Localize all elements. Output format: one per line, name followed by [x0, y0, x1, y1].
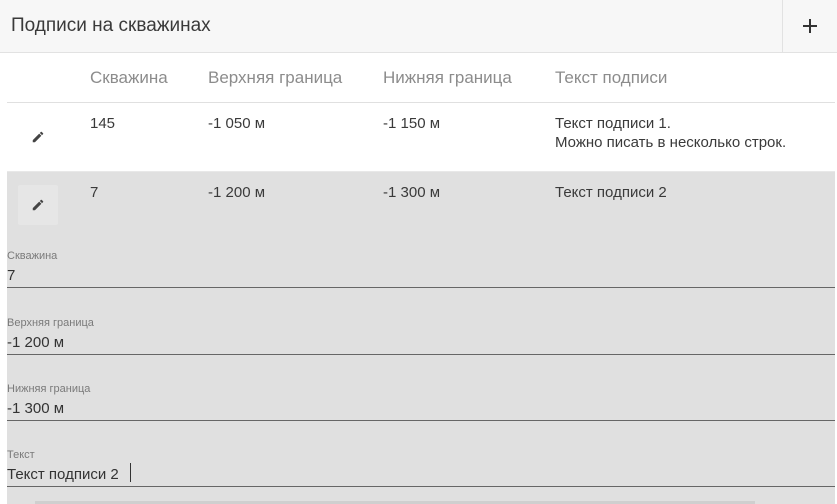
table-row[interactable]: 145 -1 050 м -1 150 м Текст подписи 1. М…: [7, 103, 835, 172]
cell-bottom: -1 300 м: [383, 184, 441, 201]
cell-well: 145: [90, 115, 116, 132]
page-title: Подписи на скважинах: [11, 15, 211, 36]
plus-icon: [803, 19, 817, 33]
well-field-label: Скважина: [7, 250, 58, 262]
cell-text-line: Текст подписи 1.: [555, 115, 671, 132]
pencil-icon: [32, 131, 44, 143]
column-header-top[interactable]: Верхняя граница: [208, 68, 342, 88]
panel-header: Подписи на скважинах: [0, 0, 837, 53]
edit-button[interactable]: [18, 185, 58, 225]
table-row-selected[interactable]: 7 -1 200 м -1 300 м Текст подписи 2: [7, 172, 835, 240]
add-label-button[interactable]: [782, 0, 837, 52]
well-field: Скважина: [7, 240, 835, 288]
cell-top: -1 200 м: [208, 184, 266, 201]
top-boundary-input[interactable]: [7, 332, 827, 352]
well-input[interactable]: [7, 265, 827, 285]
text-field-label: Текст: [7, 449, 35, 461]
pencil-icon: [32, 199, 44, 211]
cell-well: 7: [90, 184, 99, 201]
column-header-well[interactable]: Скважина: [90, 68, 168, 88]
cell-top: -1 050 м: [208, 115, 266, 132]
text-cursor: [130, 463, 131, 482]
edit-form: Скважина Верхняя граница Нижняя граница …: [7, 240, 835, 504]
column-header-bottom[interactable]: Нижняя граница: [383, 68, 512, 88]
column-header-text[interactable]: Текст подписи: [555, 68, 667, 88]
top-boundary-label: Верхняя граница: [7, 317, 94, 329]
edit-button[interactable]: [18, 117, 58, 157]
cell-text: Текст подписи 1. Можно писать в нескольк…: [555, 114, 786, 152]
text-field: Текст: [7, 439, 835, 487]
bottom-boundary-label: Нижняя граница: [7, 383, 91, 395]
top-boundary-field: Верхняя граница: [7, 307, 835, 355]
bottom-boundary-field: Нижняя граница: [7, 373, 835, 421]
bottom-boundary-input[interactable]: [7, 398, 827, 418]
table-header: Скважина Верхняя граница Нижняя граница …: [7, 53, 835, 103]
cell-text-line: Можно писать в несколько строк.: [555, 134, 787, 151]
cell-text: Текст подписи 2: [555, 184, 667, 201]
cell-bottom: -1 150 м: [383, 115, 441, 132]
